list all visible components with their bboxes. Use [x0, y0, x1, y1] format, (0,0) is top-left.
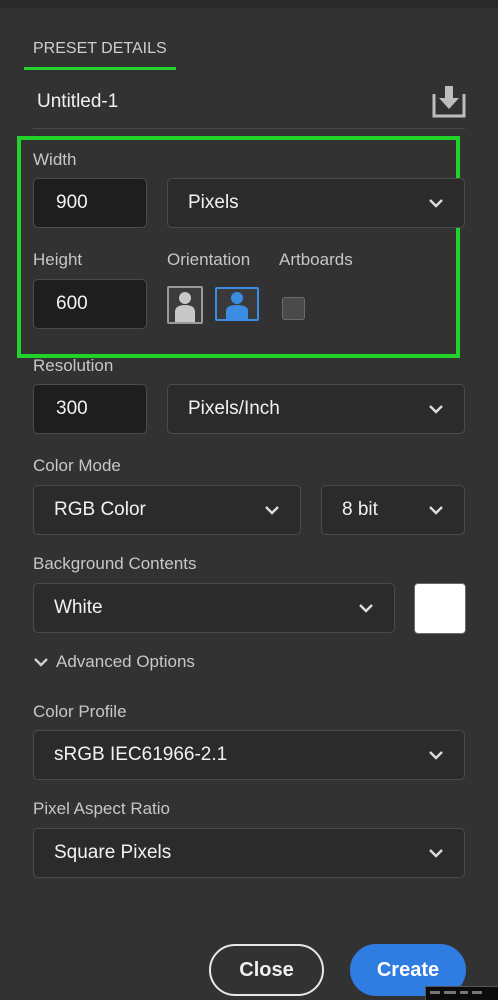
- preset-details-underline: [24, 67, 176, 70]
- close-button[interactable]: Close: [209, 944, 324, 996]
- resolution-input[interactable]: 300: [33, 384, 147, 434]
- background-contents-label: Background Contents: [33, 554, 197, 573]
- color-profile-label: Color Profile: [33, 702, 127, 721]
- resolution-value: 300: [56, 398, 88, 419]
- color-mode-select[interactable]: RGB Color: [33, 485, 301, 535]
- pixel-aspect-ratio-select[interactable]: Square Pixels: [33, 828, 465, 878]
- chevron-down-icon: [429, 849, 443, 858]
- artboards-checkbox[interactable]: [282, 297, 305, 320]
- color-mode-value: RGB Color: [54, 499, 146, 520]
- width-unit-value: Pixels: [188, 192, 239, 213]
- width-label: Width: [33, 150, 77, 169]
- background-contents-select[interactable]: White: [33, 583, 395, 633]
- pixel-aspect-ratio-label: Pixel Aspect Ratio: [33, 799, 171, 818]
- height-label: Height: [33, 250, 83, 269]
- portrait-orientation-button[interactable]: [167, 286, 203, 324]
- save-preset-icon[interactable]: [431, 84, 467, 120]
- chevron-down-icon: [265, 506, 279, 515]
- preset-details-title: PRESET DETAILS: [33, 40, 167, 57]
- width-input[interactable]: 900: [33, 178, 147, 228]
- height-input[interactable]: 600: [33, 279, 147, 329]
- orientation-label: Orientation: [167, 250, 251, 269]
- chevron-down-icon: [429, 405, 443, 414]
- resolution-label: Resolution: [33, 356, 114, 375]
- bit-depth-select[interactable]: 8 bit: [321, 485, 465, 535]
- color-profile-value: sRGB IEC61966-2.1: [54, 744, 228, 765]
- resolution-unit-value: Pixels/Inch: [188, 398, 280, 419]
- portrait-person-icon: [175, 292, 195, 322]
- color-mode-label: Color Mode: [33, 456, 121, 475]
- resolution-unit-select[interactable]: Pixels/Inch: [167, 384, 465, 434]
- background-color-swatch[interactable]: [414, 583, 466, 634]
- bit-depth-value: 8 bit: [342, 499, 378, 520]
- preset-name-field[interactable]: Untitled-1: [33, 84, 467, 129]
- panel-top-border: [0, 0, 498, 8]
- landscape-orientation-button[interactable]: [215, 287, 259, 321]
- background-contents-value: White: [54, 597, 103, 618]
- artboards-label: Artboards: [279, 250, 353, 269]
- pixel-aspect-ratio-value: Square Pixels: [54, 842, 172, 863]
- chevron-down-icon: [34, 658, 48, 667]
- chevron-down-icon: [359, 604, 373, 613]
- height-value: 600: [56, 293, 88, 314]
- width-value: 900: [56, 192, 88, 213]
- chevron-down-icon: [429, 506, 443, 515]
- chevron-down-icon: [429, 751, 443, 760]
- landscape-person-icon: [226, 292, 248, 319]
- chevron-down-icon: [429, 199, 443, 208]
- advanced-options-label: Advanced Options: [56, 652, 195, 671]
- screen-thumbnail: [425, 986, 498, 1000]
- width-unit-select[interactable]: Pixels: [167, 178, 465, 228]
- preset-name-text[interactable]: Untitled-1: [37, 91, 118, 113]
- color-profile-select[interactable]: sRGB IEC61966-2.1: [33, 730, 465, 780]
